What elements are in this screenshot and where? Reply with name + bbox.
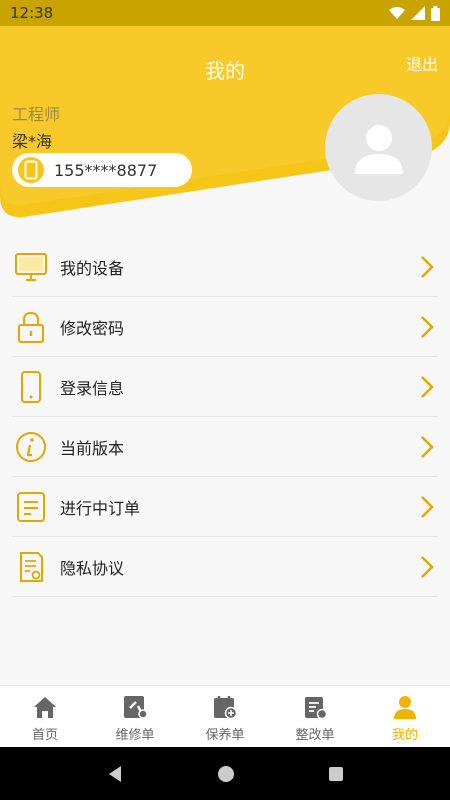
status-icons <box>389 5 440 21</box>
status-bar: 12:38 <box>0 0 450 26</box>
nav-item-maintenance-orders[interactable]: 保养单 <box>180 686 270 747</box>
rectify-icon <box>305 697 328 720</box>
avatar[interactable] <box>325 94 432 201</box>
nav-item-home[interactable]: 首页 <box>0 686 90 747</box>
home-icon <box>34 697 56 718</box>
phone-icon <box>14 370 48 404</box>
nav-item-mine[interactable]: 我的 <box>360 686 450 747</box>
system-navigation-bar <box>0 747 450 800</box>
menu-item-current-version[interactable]: 当前版本 <box>12 417 438 477</box>
repair-icon <box>124 696 148 719</box>
menu-label: 登录信息 <box>60 378 125 398</box>
nav-label: 整改单 <box>295 728 335 743</box>
menu-item-privacy-policy[interactable]: 隐私协议 <box>12 537 438 597</box>
signal-icon <box>411 6 425 20</box>
menu-label: 隐私协议 <box>60 558 125 578</box>
monitor-icon <box>14 250 48 284</box>
menu-label: 当前版本 <box>60 438 125 458</box>
chevron-right-icon <box>421 496 434 518</box>
order-icon <box>14 490 48 524</box>
back-icon[interactable] <box>106 765 124 783</box>
status-time: 12:38 <box>10 4 54 22</box>
document-icon <box>14 550 48 584</box>
phone-badge-icon <box>18 157 44 183</box>
nav-label: 维修单 <box>115 728 155 743</box>
chevron-right-icon <box>421 556 434 578</box>
recents-icon[interactable] <box>328 766 344 782</box>
page-title: 我的 <box>205 59 245 83</box>
menu-item-change-password[interactable]: 修改密码 <box>12 297 438 357</box>
chevron-right-icon <box>421 316 434 338</box>
home-circle-icon[interactable] <box>217 765 235 783</box>
nav-item-repair-orders[interactable]: 维修单 <box>90 686 180 747</box>
nav-label: 保养单 <box>205 728 245 743</box>
phone-pill: 155****8877 <box>12 153 192 187</box>
wifi-icon <box>389 7 405 19</box>
lock-icon <box>14 310 48 344</box>
menu-item-my-devices[interactable]: 我的设备 <box>12 237 438 297</box>
screen: 12:38 我的 退出 工程师 梁*海 155****8877 我的设备 修改密… <box>0 0 450 800</box>
nav-item-rectify-orders[interactable]: 整改单 <box>270 686 360 747</box>
logout-button[interactable]: 退出 <box>406 51 438 75</box>
maintenance-icon <box>214 696 238 720</box>
user-phone: 155****8877 <box>54 160 158 180</box>
avatar-person-icon <box>354 124 403 174</box>
battery-icon <box>431 5 440 21</box>
menu-item-ongoing-orders[interactable]: 进行中订单 <box>12 477 438 537</box>
profile-header: 我的 退出 工程师 梁*海 155****8877 <box>0 26 450 236</box>
info-icon <box>14 430 48 464</box>
menu-label: 我的设备 <box>60 258 125 278</box>
user-icon <box>394 696 416 719</box>
settings-menu: 我的设备 修改密码 登录信息 当前版本 进行中订单 隐私协议 <box>0 237 450 597</box>
user-role: 工程师 <box>12 105 61 124</box>
nav-label: 我的 <box>391 728 418 743</box>
nav-label: 首页 <box>31 728 58 743</box>
menu-label: 修改密码 <box>60 318 125 338</box>
chevron-right-icon <box>421 436 434 458</box>
menu-label: 进行中订单 <box>60 498 141 518</box>
chevron-right-icon <box>421 376 434 398</box>
user-name: 梁*海 <box>12 132 53 151</box>
chevron-right-icon <box>421 256 434 278</box>
menu-item-login-info[interactable]: 登录信息 <box>12 357 438 417</box>
bottom-navigation: 首页 维修单 保养单 整改单 我的 <box>0 685 450 747</box>
